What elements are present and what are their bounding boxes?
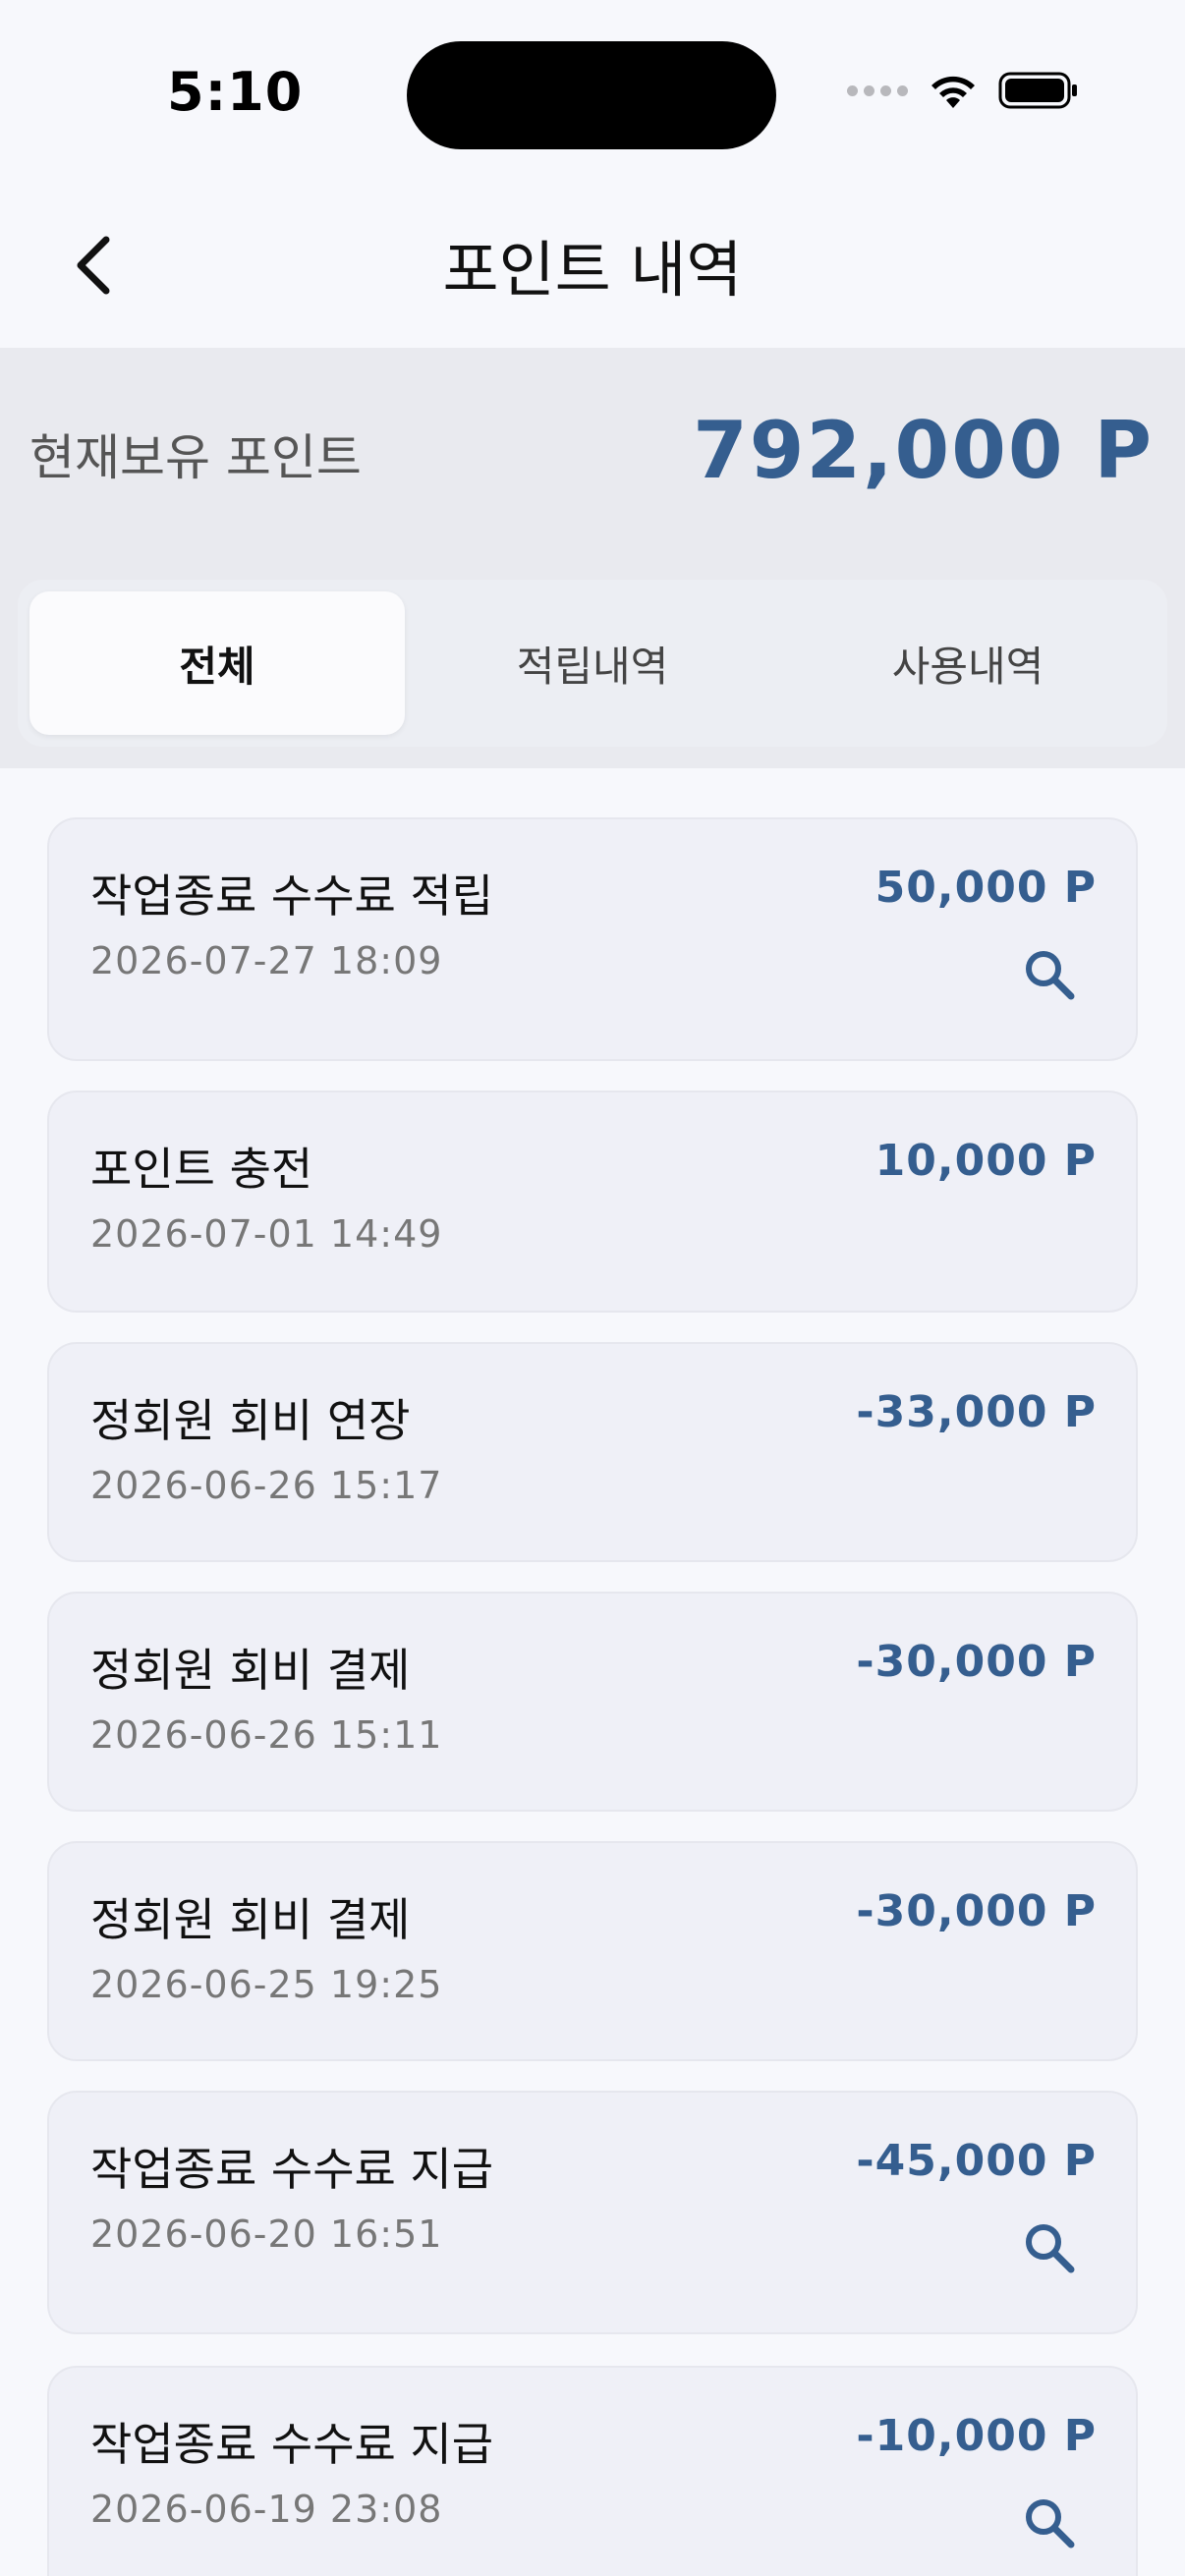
search-icon[interactable] <box>1020 2218 1079 2277</box>
status-bar: 5:10 <box>0 0 1185 187</box>
status-time: 5:10 <box>167 61 304 123</box>
transaction-date: 2026-06-19 23:08 <box>90 2488 443 2531</box>
dynamic-island <box>407 41 776 149</box>
balance-value: 792,000 P <box>693 405 1154 496</box>
transaction-date: 2026-06-26 15:17 <box>90 1464 443 1507</box>
transaction-amount: -30,000 P <box>856 1637 1097 1687</box>
transaction-amount: -30,000 P <box>856 1886 1097 1936</box>
transaction-date: 2026-06-26 15:11 <box>90 1713 443 1757</box>
transaction-amount: 50,000 P <box>875 863 1097 913</box>
transaction-list: 작업종료 수수료 적립 2026-07-27 18:09 50,000 P 포인… <box>0 768 1185 2576</box>
search-icon[interactable] <box>1020 945 1079 1004</box>
transaction-date: 2026-07-27 18:09 <box>90 939 443 982</box>
transaction-card[interactable]: 정회원 회비 결제 2026-06-26 15:11 -30,000 P <box>47 1592 1138 1812</box>
transaction-card[interactable]: 작업종료 수수료 지급 2026-06-19 23:08 -10,000 P <box>47 2366 1138 2576</box>
cellular-signal-icon <box>847 84 908 96</box>
transaction-title: 작업종료 수수료 적립 <box>90 869 494 923</box>
transaction-date: 2026-06-20 16:51 <box>90 2212 443 2256</box>
transaction-date: 2026-06-25 19:25 <box>90 1963 443 2006</box>
tab-earned[interactable]: 적립내역 <box>405 591 780 735</box>
tab-all[interactable]: 전체 <box>29 591 405 735</box>
transaction-amount: -33,000 P <box>856 1387 1097 1437</box>
tab-used[interactable]: 사용내역 <box>780 591 1156 735</box>
balance-label: 현재보유 포인트 <box>29 429 362 486</box>
transaction-title: 정회원 회비 결제 <box>90 1893 411 1946</box>
battery-icon <box>998 72 1077 109</box>
segmented-tabs: 전체 적립내역 사용내역 <box>18 580 1167 747</box>
transaction-title: 작업종료 수수료 지급 <box>90 2418 494 2471</box>
transaction-amount: -45,000 P <box>856 2136 1097 2186</box>
nav-header: 포인트 내역 <box>0 187 1185 348</box>
transaction-title: 포인트 충전 <box>90 1143 313 1196</box>
transaction-card[interactable]: 작업종료 수수료 적립 2026-07-27 18:09 50,000 P <box>47 817 1138 1061</box>
search-icon[interactable] <box>1020 2493 1079 2552</box>
transaction-amount: 10,000 P <box>875 1136 1097 1186</box>
status-icons <box>847 71 1079 110</box>
page-title: 포인트 내역 <box>442 234 743 306</box>
transaction-card[interactable]: 작업종료 수수료 지급 2026-06-20 16:51 -45,000 P <box>47 2091 1138 2334</box>
wifi-icon <box>931 76 975 108</box>
transaction-title: 정회원 회비 결제 <box>90 1644 411 1697</box>
transaction-card[interactable]: 정회원 회비 연장 2026-06-26 15:17 -33,000 P <box>47 1342 1138 1562</box>
point-history-screen: 5:10 포인트 내역 현재보유 포인트 792,000 P 전체 적립내역 사… <box>0 0 1185 2576</box>
transaction-date: 2026-07-01 14:49 <box>90 1212 443 1256</box>
tabs-section: 전체 적립내역 사용내역 <box>0 558 1185 768</box>
balance-section: 현재보유 포인트 792,000 P <box>0 348 1185 558</box>
transaction-title: 정회원 회비 연장 <box>90 1394 411 1447</box>
transaction-card[interactable]: 정회원 회비 결제 2026-06-25 19:25 -30,000 P <box>47 1841 1138 2061</box>
transaction-title: 작업종료 수수료 지급 <box>90 2143 494 2196</box>
transaction-card[interactable]: 포인트 충전 2026-07-01 14:49 10,000 P <box>47 1091 1138 1313</box>
transaction-amount: -10,000 P <box>856 2411 1097 2461</box>
